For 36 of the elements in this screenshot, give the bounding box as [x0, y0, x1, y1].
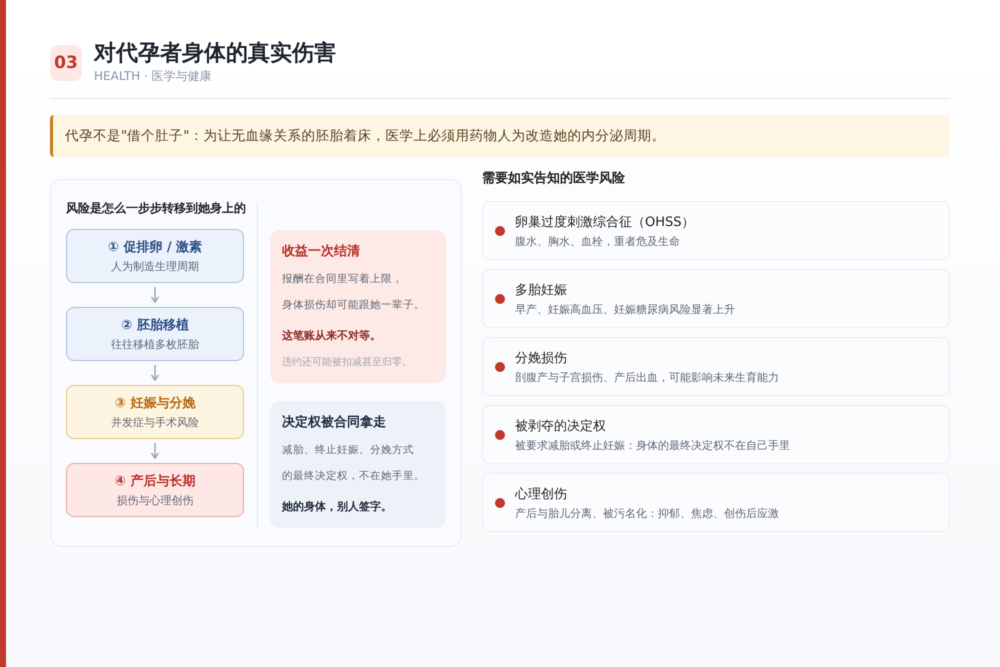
step-text: 人为制造生理周期	[111, 259, 199, 274]
risk-title: 分娩损伤	[515, 350, 568, 367]
risk-text: 产后与胎儿分离、被污名化：抑郁、焦虑、创伤后应激	[515, 506, 779, 521]
callout-title: 决定权被合同拿走	[282, 414, 387, 431]
page-title: 对代孕者身体的真实伤害	[94, 40, 336, 68]
callout-text: 报酬在合同里写着上限，	[282, 272, 404, 287]
down-arrow-icon	[150, 364, 160, 382]
section-number: 03	[50, 44, 82, 80]
step-text: 并发症与手术风险	[111, 415, 199, 430]
callout-title: 收益一次结清	[282, 243, 361, 260]
callout-text: 的最终决定权，不在她手里。	[282, 469, 426, 484]
risk-text: 被要求减胎或终止妊娠：身体的最终决定权不在自己手里	[515, 438, 790, 453]
down-arrow-icon	[150, 442, 160, 460]
risks-title: 需要如实告知的医学风险	[482, 170, 626, 187]
risk-text: 剖腹产与子宫损伤、产后出血，可能影响未来生育能力	[515, 370, 779, 385]
step-title: ② 胚胎移植	[121, 317, 189, 334]
step-text: 往往移植多枚胚胎	[111, 337, 199, 352]
risk-text: 腹水、胸水、血栓，重者危及生命	[515, 234, 681, 249]
callout-text: 减胎、终止妊娠、分娩方式	[282, 443, 415, 458]
risk-text: 早产、妊娠高血压、妊娠糖尿病风险显著上升	[515, 302, 735, 317]
callout-text: 身体损伤却可能跟她一辈子。	[282, 298, 426, 313]
page-subtitle: HEALTH · 医学与健康	[94, 68, 213, 85]
callout-note: 违约还可能被扣减甚至归零。	[282, 356, 413, 369]
notice-banner: 代孕不是"借个肚子"：为让无血缘关系的胚胎着床，医学上必须用药物人为改造她的内分泌周期。	[50, 115, 950, 157]
risk-title: 卵巢过度刺激综合征（OHSS）	[515, 214, 695, 231]
risk-title: 被剥夺的决定权	[515, 418, 607, 435]
step-title: ① 促排卵 / 激素	[108, 238, 202, 256]
step-title: ④ 产后与长期	[114, 472, 196, 490]
down-arrow-icon	[150, 286, 160, 304]
step-title: ③ 妊娠与分娩	[114, 395, 196, 412]
flow-title: 风险是怎么一步步转移到她身上的	[66, 200, 247, 217]
callout-emphasis: 她的身体，别人签字。	[282, 499, 393, 514]
risk-title: 多胎妊娠	[515, 282, 568, 299]
callout-emphasis: 这笔账从来不对等。	[282, 328, 382, 343]
step-text: 损伤与心理创伤	[116, 493, 194, 508]
risk-title: 心理创伤	[515, 486, 568, 503]
